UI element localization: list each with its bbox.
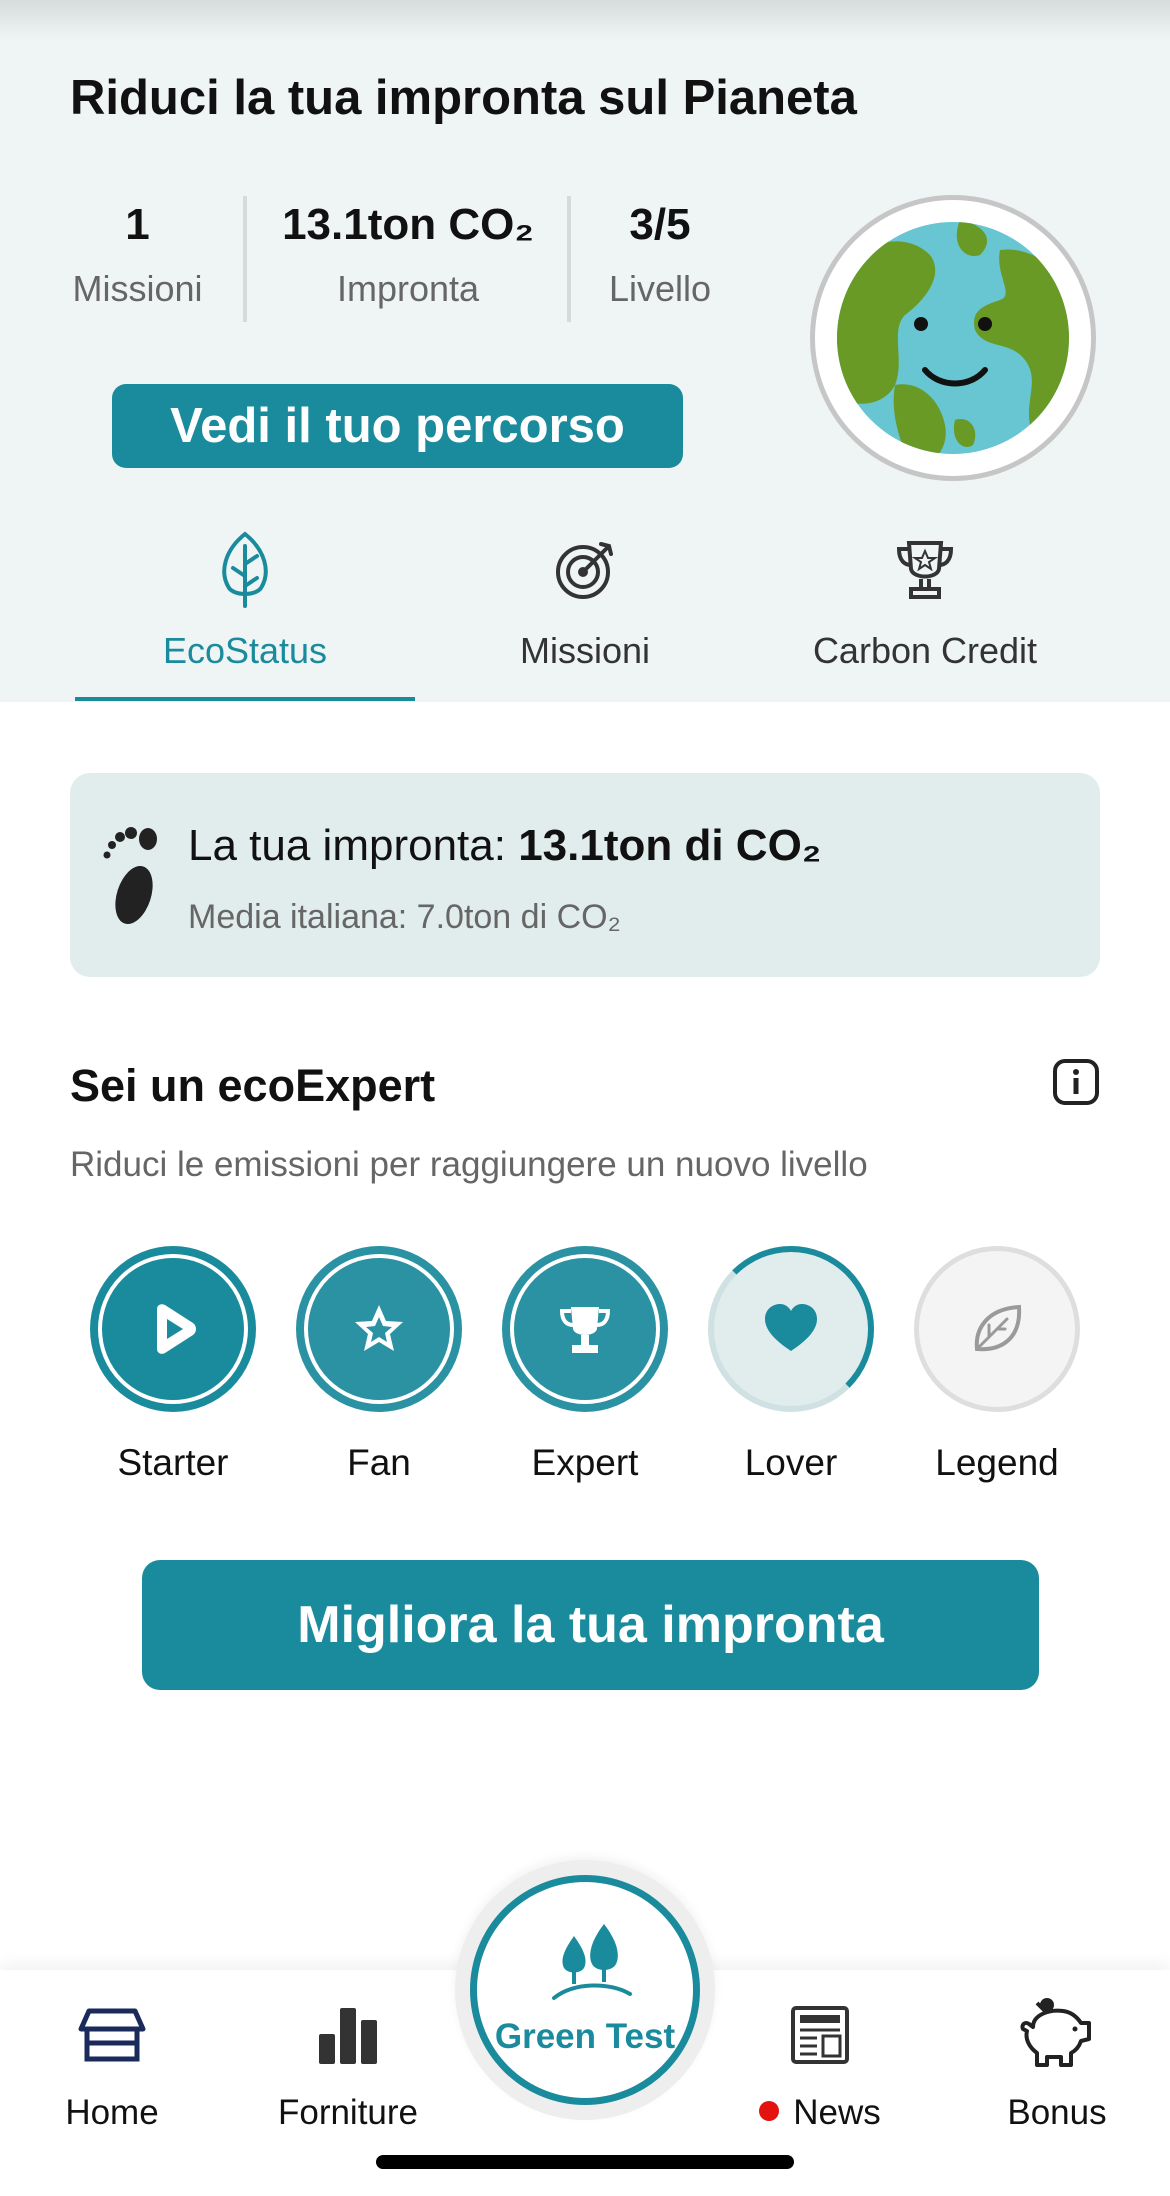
piggy-bank-icon xyxy=(957,1995,1157,2075)
view-path-button[interactable]: Vedi il tuo percorso xyxy=(112,384,683,468)
footprint-icon xyxy=(100,823,170,938)
footprint-text: La tua impronta: 13.1ton di CO₂ xyxy=(188,821,821,871)
stat-impronta: 13.1ton CO₂ Impronta xyxy=(258,200,558,310)
stat-divider xyxy=(243,196,247,322)
trees-icon xyxy=(550,1922,634,2007)
badge-label: Fan xyxy=(347,1442,411,1483)
nav-bonus[interactable]: Bonus xyxy=(957,1995,1157,2133)
badge-lover[interactable]: Lover xyxy=(706,1246,876,1484)
nav-forniture[interactable]: Forniture xyxy=(248,1995,448,2133)
nav-home[interactable]: Home xyxy=(12,1995,212,2133)
target-icon xyxy=(415,530,755,610)
stat-label: Impronta xyxy=(336,268,480,309)
stat-label: Missioni xyxy=(72,268,203,309)
tab-label: Missioni xyxy=(519,630,651,671)
stat-missioni: 1 Missioni xyxy=(60,200,215,310)
nav-news-label: News xyxy=(720,2093,920,2133)
store-icon xyxy=(12,1995,212,2075)
newspaper-icon xyxy=(720,1995,920,2075)
stat-value: 1 xyxy=(125,200,150,249)
badge-label: Starter xyxy=(117,1442,229,1483)
smiling-earth-icon xyxy=(837,222,1069,454)
tab-label: Carbon Credit xyxy=(812,630,1038,671)
stat-value: 3/5 xyxy=(629,200,691,249)
star-icon xyxy=(355,1305,403,1351)
home-indicator[interactable] xyxy=(376,2155,794,2169)
notification-dot xyxy=(759,2101,780,2121)
trophy-icon xyxy=(755,530,1095,610)
tab-missioni[interactable]: Missioni xyxy=(415,530,755,672)
badge-starter[interactable]: Starter xyxy=(88,1246,258,1484)
badge-fan[interactable]: Fan xyxy=(294,1246,464,1484)
nav-label: Home xyxy=(65,2093,159,2132)
badge-label: Expert xyxy=(531,1442,639,1483)
nav-label: Bonus xyxy=(1007,2093,1107,2132)
nav-news[interactable]: News xyxy=(720,1995,920,2133)
footprint-card: La tua impronta: 13.1ton di CO₂ Media it… xyxy=(70,773,1100,977)
stat-label: Livello xyxy=(608,268,712,309)
tab-carbon-credit[interactable]: Carbon Credit xyxy=(755,530,1095,672)
level-title: Sei un ecoExpert xyxy=(70,1060,436,1111)
badge-expert[interactable]: Expert xyxy=(500,1246,670,1484)
badge-label: Legend xyxy=(935,1442,1059,1483)
badge-ring xyxy=(708,1246,874,1412)
trophy-icon xyxy=(559,1307,611,1353)
badge-ring xyxy=(296,1246,462,1412)
nav-label: Forniture xyxy=(277,2093,419,2132)
badge-label: Lover xyxy=(744,1442,838,1483)
page-title: Riduci la tua impronta sul Pianeta xyxy=(70,71,857,125)
badge-ring xyxy=(90,1246,256,1412)
badge-legend[interactable]: Legend xyxy=(912,1246,1082,1484)
badge-ring xyxy=(502,1246,668,1412)
italian-average: Media italiana: 7.0ton di CO₂ xyxy=(188,898,621,936)
info-icon[interactable] xyxy=(1052,1058,1100,1111)
improve-footprint-button[interactable]: Migliora la tua impronta xyxy=(142,1560,1039,1690)
earth-avatar[interactable] xyxy=(810,195,1096,481)
bar-chart-icon xyxy=(248,1995,448,2075)
play-icon xyxy=(157,1304,196,1354)
leaf-icon xyxy=(974,1304,1022,1352)
footprint-prefix: La tua impronta: xyxy=(188,821,519,870)
level-subtitle: Riduci le emissioni per raggiungere un n… xyxy=(70,1145,868,1184)
stat-divider xyxy=(567,196,571,322)
stat-value: 13.1ton CO₂ xyxy=(282,200,534,249)
status-bar-shade xyxy=(0,0,1170,40)
tab-label: EcoStatus xyxy=(162,630,328,671)
badge-ring xyxy=(914,1246,1080,1412)
nav-label: News xyxy=(793,2093,881,2132)
green-test-label: Green Test xyxy=(494,2017,676,2056)
leaf-icon xyxy=(75,530,415,610)
heart-icon xyxy=(765,1304,817,1351)
stat-livello: 3/5 Livello xyxy=(590,200,730,310)
green-test-button[interactable]: Green Test xyxy=(470,1875,700,2105)
footprint-value: 13.1ton di CO₂ xyxy=(518,821,822,870)
tab-ecostatus[interactable]: EcoStatus xyxy=(75,530,415,672)
active-tab-indicator xyxy=(75,697,415,701)
